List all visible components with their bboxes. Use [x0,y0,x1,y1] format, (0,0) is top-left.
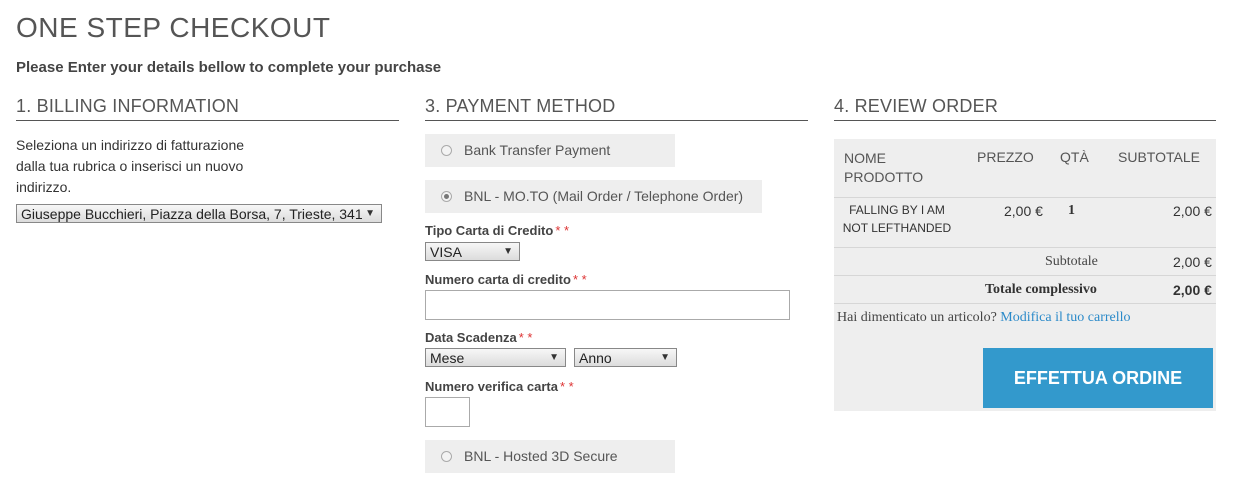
column-header-name: NOME PRODOTTO [844,150,924,185]
divider [834,247,1216,248]
radio-button[interactable] [441,145,452,156]
divider [834,275,1216,276]
payment-method-label: BNL - Hosted 3D Secure [464,448,618,464]
divider [834,303,1216,304]
radio-button[interactable] [441,451,452,462]
column-header-price: PREZZO [977,149,1034,165]
forgot-item-text: Hai dimenticato un articolo? Modifica il… [837,310,1131,325]
item-price: 2,00 € [1004,203,1043,219]
payment-method-bnl-3d-secure[interactable]: BNL - Hosted 3D Secure [425,440,675,473]
expiry-year-value: Anno [579,350,612,366]
total-label: Totale complessivo [985,282,1097,297]
required-marker: * * [559,379,574,394]
required-marker: * * [572,272,587,287]
item-subtotal: 2,00 € [1173,203,1212,219]
card-type-value: VISA [430,244,462,260]
chevron-down-icon: ▼ [660,352,670,363]
chevron-down-icon: ▼ [549,352,559,363]
required-marker: * * [555,223,570,238]
cvv-label: Numero verifica carta * * [425,379,574,394]
chevron-down-icon: ▼ [503,246,513,257]
place-order-button[interactable]: EFFETTUA ORDINE [983,348,1213,408]
billing-address-select[interactable]: Giuseppe Bucchieri, Piazza della Borsa, … [16,204,382,223]
column-header-qty: QTÀ [1060,149,1089,165]
total-value: 2,00 € [1173,282,1212,298]
payment-method-bnl-moto[interactable]: BNL - MO.TO (Mail Order / Telephone Orde… [425,180,762,213]
page-subtitle: Please Enter your details bellow to comp… [16,59,442,76]
page-title: ONE STEP CHECKOUT [16,12,331,43]
chevron-down-icon: ▼ [365,208,375,219]
card-number-input[interactable] [425,290,790,320]
billing-address-value: Giuseppe Bucchieri, Piazza della Borsa, … [21,206,363,222]
payment-method-bank-transfer[interactable]: Bank Transfer Payment [425,134,675,167]
cvv-input[interactable] [425,397,470,427]
item-qty: 1 [1068,203,1075,218]
column-header-subtotal: SUBTOTALE [1118,149,1200,165]
card-type-select[interactable]: VISA ▼ [425,242,520,261]
divider [834,197,1216,198]
expiry-label: Data Scadenza * * [425,330,533,345]
radio-button-checked[interactable] [441,191,452,202]
payment-method-label: BNL - MO.TO (Mail Order / Telephone Orde… [464,188,744,204]
required-marker: * * [518,330,533,345]
card-number-label: Numero carta di credito * * [425,272,587,287]
subtotal-label: Subtotale [1045,254,1098,269]
edit-cart-link[interactable]: Modifica il tuo carrello [1000,310,1130,325]
payment-section-title: 3. PAYMENT METHOD [425,96,808,121]
item-product-name: FALLING BY I AM NOT LEFTHANDED [842,203,952,235]
billing-instructions: Seleziona un indirizzo di fatturazione d… [16,137,245,195]
expiry-month-value: Mese [430,350,465,366]
review-section-title: 4. REVIEW ORDER [834,96,1216,121]
expiry-year-select[interactable]: Anno ▼ [574,348,677,367]
card-type-label: Tipo Carta di Credito * * [425,223,570,238]
billing-section-title: 1. BILLING INFORMATION [16,96,399,121]
payment-method-label: Bank Transfer Payment [464,142,611,158]
expiry-month-select[interactable]: Mese ▼ [425,348,566,367]
subtotal-value: 2,00 € [1173,254,1212,270]
